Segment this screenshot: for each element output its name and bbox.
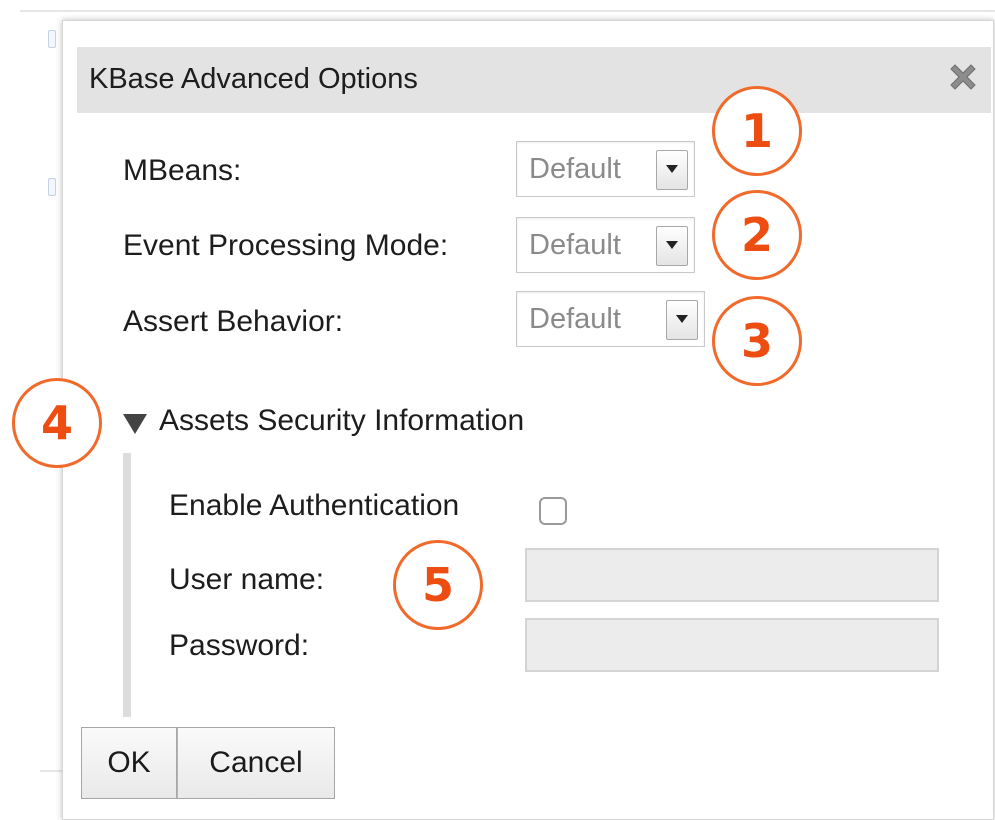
cancel-button[interactable]: Cancel <box>177 727 335 799</box>
assert-behavior-label: Assert Behavior: <box>123 305 344 338</box>
advanced-options-dialog: KBase Advanced Options MBeans: Default E… <box>62 20 994 820</box>
event-processing-select[interactable]: Default <box>516 217 695 273</box>
background-expander-icon <box>48 30 56 48</box>
mbeans-select[interactable]: Default <box>516 141 695 197</box>
section-rule <box>123 453 131 717</box>
dialog-title: KBase Advanced Options <box>89 63 418 95</box>
callout-2: 2 <box>712 190 802 280</box>
assert-behavior-select[interactable]: Default <box>516 291 705 347</box>
assert-behavior-select-value: Default <box>529 303 621 335</box>
callout-3: 3 <box>712 296 802 386</box>
callout-5: 5 <box>393 540 483 630</box>
event-processing-select-value: Default <box>529 229 621 261</box>
triangle-down-icon[interactable] <box>123 414 147 434</box>
password-label: Password: <box>169 629 310 662</box>
security-section-header[interactable]: Assets Security Information <box>159 404 524 438</box>
mbeans-label: MBeans: <box>123 154 242 187</box>
chevron-down-icon[interactable] <box>656 226 688 266</box>
background-divider <box>20 10 995 12</box>
callout-1: 1 <box>712 86 802 176</box>
callout-4: 4 <box>12 378 102 468</box>
mbeans-select-value: Default <box>529 153 621 185</box>
event-processing-label: Event Processing Mode: <box>123 229 449 262</box>
enable-auth-label: Enable Authentication <box>169 489 460 522</box>
password-field[interactable] <box>525 618 939 672</box>
username-label: User name: <box>169 563 325 596</box>
enable-auth-checkbox[interactable] <box>539 497 567 525</box>
chevron-down-icon[interactable] <box>666 300 698 340</box>
close-icon[interactable] <box>945 59 981 95</box>
background-expander-icon <box>48 178 56 196</box>
dialog-titlebar: KBase Advanced Options <box>77 47 991 113</box>
username-field[interactable] <box>525 548 939 602</box>
chevron-down-icon[interactable] <box>656 150 688 190</box>
ok-button[interactable]: OK <box>81 727 177 799</box>
